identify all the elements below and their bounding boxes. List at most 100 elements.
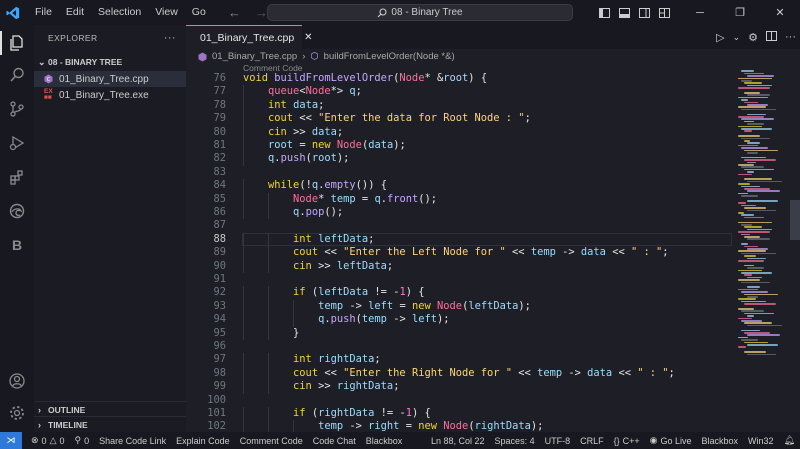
more-actions-icon[interactable]: ··· (164, 32, 176, 44)
minimap[interactable] (736, 64, 790, 432)
code-text: Node* temp = q.front(); (293, 192, 438, 205)
scrollbar-thumb[interactable] (790, 200, 800, 240)
command-center-search[interactable]: 08 - Binary Tree (267, 4, 573, 21)
blackbox-right-button[interactable]: Blackbox (697, 436, 744, 446)
minimap-line (744, 188, 770, 190)
code-line[interactable]: 88 int leftData; (186, 232, 736, 247)
menu-edit[interactable]: Edit (59, 0, 91, 25)
menu-file[interactable]: File (28, 0, 59, 25)
code-line[interactable]: 99 cin >> rightData; (186, 380, 736, 394)
code-text: cin >> data; (268, 125, 344, 138)
manage-gear-icon[interactable] (0, 397, 34, 429)
minimize-button[interactable]: ─ (680, 0, 720, 25)
close-window-button[interactable]: ✕ (760, 0, 800, 25)
error-icon: ⊗ (31, 435, 39, 445)
blackbox-icon[interactable]: B (0, 229, 34, 261)
code-line[interactable]: 93 temp -> left = new Node(leftData); (186, 299, 736, 314)
minimap-line (738, 250, 766, 252)
share-code-link-button[interactable]: Share Code Link (94, 436, 171, 446)
settings-gear-icon[interactable]: ⚙ (748, 31, 758, 44)
go-live-button[interactable]: ◉ Go Live (645, 435, 697, 446)
code-line[interactable]: 79 cout << "Enter the data for Root Node… (186, 112, 736, 126)
vscode-logo-icon[interactable] (2, 0, 24, 25)
ports-indicator[interactable]: ⚲ 0 (70, 435, 95, 446)
end-of-line[interactable]: CRLF (575, 436, 609, 446)
code-line[interactable]: 80 cin >> data; (186, 125, 736, 139)
code-line[interactable]: 101 if (rightData != -1) { (186, 407, 736, 421)
customize-layout-icon[interactable] (656, 5, 672, 21)
window-controls: ─ ❐ ✕ (592, 0, 800, 25)
code-line[interactable]: 82 q.push(root); (186, 152, 736, 166)
source-control-icon[interactable] (0, 93, 34, 125)
folder-row[interactable]: ⌄ 08 - BINARY TREE (34, 53, 186, 71)
code-line[interactable]: 100 (186, 394, 736, 407)
tab-binary-tree-cpp[interactable]: C 01_Binary_Tree.cpp ✕ (186, 25, 313, 49)
menu-go[interactable]: Go (185, 0, 213, 25)
menu-view[interactable]: View (148, 0, 185, 25)
code-line[interactable]: 90 cin >> leftData; (186, 259, 736, 273)
remote-indicator-icon[interactable]: ⋊ (0, 432, 22, 449)
explorer-icon[interactable] (0, 27, 34, 59)
encoding[interactable]: UTF-8 (540, 436, 576, 446)
code-line[interactable]: 91 (186, 273, 736, 286)
code-line[interactable]: 83 (186, 166, 736, 179)
code-line[interactable]: 89 cout << "Enter the Left Node for " <<… (186, 246, 736, 260)
toggle-panel-icon[interactable] (616, 5, 632, 21)
search-icon[interactable] (0, 59, 34, 91)
code-line[interactable]: 84 while(!q.empty()) { (186, 179, 736, 193)
code-line[interactable]: 81 root = new Node(data); (186, 139, 736, 153)
code-line[interactable]: 78 int data; (186, 98, 736, 113)
minimap-line (741, 118, 774, 120)
cursor-position[interactable]: Ln 88, Col 22 (426, 436, 490, 446)
code-line[interactable]: 95 } (186, 326, 736, 340)
explain-code-button[interactable]: Explain Code (171, 436, 235, 446)
indentation[interactable]: Spaces: 4 (490, 436, 540, 446)
code-line[interactable]: 92 if (leftData != -1) { (186, 286, 736, 300)
code-chat-button[interactable]: Code Chat (308, 436, 361, 446)
breadcrumb-symbol[interactable]: buildFromLevelOrder(Node *&) (324, 51, 455, 62)
minimap-line (744, 255, 756, 257)
chevron-down-icon[interactable]: ⌄ (733, 32, 741, 43)
platform-indicator[interactable]: Win32 (743, 436, 779, 446)
notifications-bell-icon[interactable]: 🔔︎ (779, 435, 800, 446)
back-arrow-icon[interactable]: ← (228, 5, 241, 20)
language-mode[interactable]: {} C++ (609, 436, 645, 446)
timeline-section[interactable]: › TIMELINE (34, 416, 186, 432)
account-icon[interactable] (0, 365, 34, 397)
code-editor[interactable]: 76 void buildFromLevelOrder(Node* &root) … (186, 72, 736, 432)
code-line[interactable]: 98 cout << "Enter the Right Node for " <… (186, 366, 736, 381)
minimap-line (744, 130, 752, 132)
blackbox-status-button[interactable]: Blackbox (361, 436, 408, 446)
minimap-line (741, 128, 772, 130)
toggle-secondary-sidebar-icon[interactable] (636, 5, 652, 21)
code-line[interactable]: 76 void buildFromLevelOrder(Node* &root) … (186, 72, 736, 85)
code-line[interactable]: 94 q.push(temp -> left); (186, 313, 736, 327)
close-tab-icon[interactable]: ✕ (304, 32, 312, 43)
more-actions-icon[interactable]: ··· (785, 31, 796, 43)
editor-scrollbar[interactable] (790, 64, 800, 432)
toggle-primary-sidebar-icon[interactable] (596, 5, 612, 21)
run-icon[interactable]: ▷ (716, 31, 724, 44)
minimap-line (744, 178, 772, 180)
code-line[interactable]: 97 int rightData; (186, 353, 736, 367)
run-debug-icon[interactable] (0, 127, 34, 159)
outline-section[interactable]: › OUTLINE (34, 401, 186, 417)
code-line[interactable]: 87 (186, 219, 736, 232)
menu-selection[interactable]: Selection (91, 0, 148, 25)
code-line[interactable]: 102 temp -> right = new Node(rightData); (186, 420, 736, 432)
code-line[interactable]: 77 queue<Node*> q; (186, 85, 736, 99)
problems-indicator[interactable]: ⊗ 0 △ 0 (26, 435, 70, 446)
extensions-icon[interactable] (0, 161, 34, 193)
line-number: 89 (213, 246, 226, 259)
split-editor-icon[interactable] (766, 30, 777, 44)
file-item-exe[interactable]: EX ■■ 01_Binary_Tree.exe (34, 87, 186, 103)
comment-code-button[interactable]: Comment Code (235, 436, 308, 446)
code-line[interactable]: 86 q.pop(); (186, 206, 736, 220)
restore-button[interactable]: ❐ (720, 0, 760, 25)
edge-browser-icon[interactable] (0, 195, 34, 227)
breadcrumb-file[interactable]: 01_Binary_Tree.cpp (212, 51, 297, 62)
code-line[interactable]: 96 (186, 340, 736, 353)
warning-count: 0 (59, 435, 65, 446)
file-item-cpp[interactable]: C 01_Binary_Tree.cpp (34, 71, 186, 87)
code-line[interactable]: 85 Node* temp = q.front(); (186, 192, 736, 206)
